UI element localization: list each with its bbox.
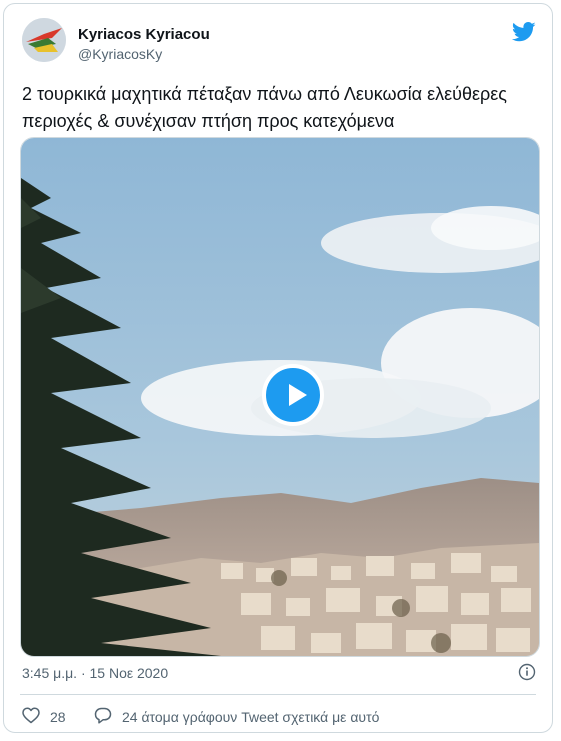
play-icon[interactable] <box>262 364 324 426</box>
author-handle[interactable]: @KyriacosKy <box>78 46 162 62</box>
avatar[interactable] <box>22 18 66 62</box>
like-button[interactable]: 28 <box>22 707 66 727</box>
divider <box>20 694 536 695</box>
tweet-card: Kyriacos Kyriacou @KyriacosKy 2 τουρκικά… <box>3 3 553 733</box>
speech-bubble-icon <box>94 707 112 727</box>
heart-icon <box>22 707 40 727</box>
video-player[interactable] <box>20 137 540 657</box>
tweet-timestamp[interactable]: 3:45 μ.μ. · 15 Νοε 2020 <box>22 665 168 681</box>
reply-button[interactable]: 24 άτομα γράφουν Tweet σχετικά με αυτό <box>94 707 379 727</box>
info-icon[interactable] <box>518 663 536 681</box>
like-count: 28 <box>50 709 66 725</box>
reply-label: 24 άτομα γράφουν Tweet σχετικά με αυτό <box>122 709 380 725</box>
author-name[interactable]: Kyriacos Kyriacou <box>78 26 210 43</box>
tweet-text: 2 τουρκικά μαχητικά πέταξαν πάνω από Λευ… <box>22 84 507 131</box>
twitter-bird-icon[interactable] <box>511 22 536 42</box>
